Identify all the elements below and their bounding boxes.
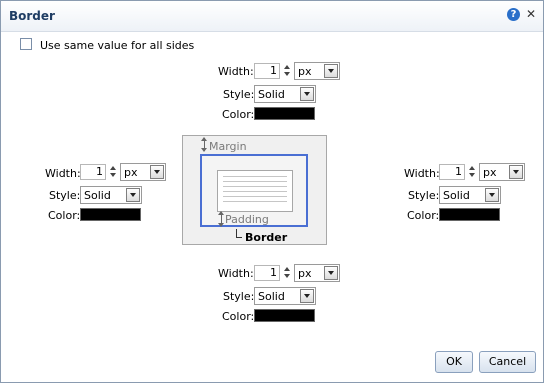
bottom-unit-value: px — [298, 267, 312, 280]
bottom-style-value: Solid — [258, 290, 285, 303]
left-style-label: Style: — [49, 189, 81, 202]
right-color-swatch[interactable] — [439, 208, 500, 221]
content-line — [223, 201, 287, 202]
left-style-select[interactable]: Solid — [80, 186, 142, 204]
cancel-button[interactable]: Cancel — [479, 351, 536, 373]
left-style-value: Solid — [84, 189, 111, 202]
help-icon[interactable]: ? — [507, 8, 520, 21]
top-unit-select[interactable]: px — [294, 62, 340, 80]
bottom-color-label: Color: — [222, 310, 255, 323]
bottom-color-swatch[interactable] — [254, 309, 315, 322]
dropdown-arrow-icon[interactable] — [485, 188, 499, 202]
right-style-label: Style: — [408, 189, 440, 202]
same-value-label: Use same value for all sides — [40, 39, 195, 52]
bottom-width-label: Width: — [218, 267, 254, 280]
bottom-unit-select[interactable]: px — [294, 264, 340, 282]
left-color-swatch[interactable] — [80, 208, 141, 221]
top-color-label: Color: — [222, 108, 255, 121]
right-unit-value: px — [483, 166, 497, 179]
right-style-select[interactable]: Solid — [439, 186, 501, 204]
left-width-spinner[interactable] — [109, 164, 118, 180]
bottom-width-input[interactable]: 1 — [254, 265, 280, 281]
top-unit-value: px — [298, 65, 312, 78]
padding-label: Padding — [225, 213, 269, 226]
left-unit-value: px — [124, 166, 138, 179]
spin-up-icon[interactable] — [469, 166, 475, 170]
margin-label: Margin — [209, 140, 247, 153]
bottom-style-select[interactable]: Solid — [254, 287, 316, 305]
left-color-label: Color: — [48, 209, 81, 222]
right-width-spinner[interactable] — [468, 164, 477, 180]
margin-arrow-icon — [201, 137, 207, 152]
dropdown-arrow-icon[interactable] — [324, 64, 338, 78]
spin-down-icon[interactable] — [469, 173, 475, 177]
right-unit-select[interactable]: px — [479, 163, 525, 181]
top-width-label: Width: — [218, 65, 254, 78]
padding-arrow-icon — [218, 211, 224, 227]
right-style-value: Solid — [443, 189, 470, 202]
dialog-title: Border — [9, 9, 55, 23]
left-width-label: Width: — [45, 167, 81, 180]
spin-up-icon[interactable] — [284, 267, 290, 271]
top-style-select[interactable]: Solid — [254, 85, 316, 103]
left-unit-select[interactable]: px — [120, 163, 166, 181]
spin-up-icon[interactable] — [110, 166, 116, 170]
top-width-spinner[interactable] — [283, 63, 292, 79]
top-color-swatch[interactable] — [254, 107, 315, 120]
dropdown-arrow-icon[interactable] — [324, 266, 338, 280]
top-style-value: Solid — [258, 88, 285, 101]
right-color-label: Color: — [407, 209, 440, 222]
border-arrow-icon — [236, 229, 242, 238]
spin-up-icon[interactable] — [284, 65, 290, 69]
content-line — [223, 176, 287, 177]
ok-button[interactable]: OK — [435, 351, 473, 373]
spin-down-icon[interactable] — [284, 274, 290, 278]
content-line — [223, 191, 287, 192]
bottom-style-label: Style: — [223, 290, 255, 303]
title-bar: Border ? ✕ — [1, 1, 543, 32]
spin-down-icon[interactable] — [284, 72, 290, 76]
spin-down-icon[interactable] — [110, 173, 116, 177]
content-line — [223, 181, 287, 182]
dropdown-arrow-icon[interactable] — [300, 87, 314, 101]
dropdown-arrow-icon[interactable] — [509, 165, 523, 179]
same-value-checkbox[interactable] — [20, 38, 32, 50]
bottom-width-spinner[interactable] — [283, 265, 292, 281]
border-label: Border — [245, 231, 288, 244]
dropdown-arrow-icon[interactable] — [126, 188, 140, 202]
right-width-label: Width: — [404, 167, 440, 180]
top-style-label: Style: — [223, 88, 255, 101]
content-line — [223, 186, 287, 187]
dropdown-arrow-icon[interactable] — [300, 289, 314, 303]
close-icon[interactable]: ✕ — [524, 7, 538, 21]
content-line — [223, 196, 287, 197]
right-width-input[interactable]: 1 — [439, 164, 465, 180]
left-width-input[interactable]: 1 — [80, 164, 106, 180]
dropdown-arrow-icon[interactable] — [150, 165, 164, 179]
top-width-input[interactable]: 1 — [254, 63, 280, 79]
